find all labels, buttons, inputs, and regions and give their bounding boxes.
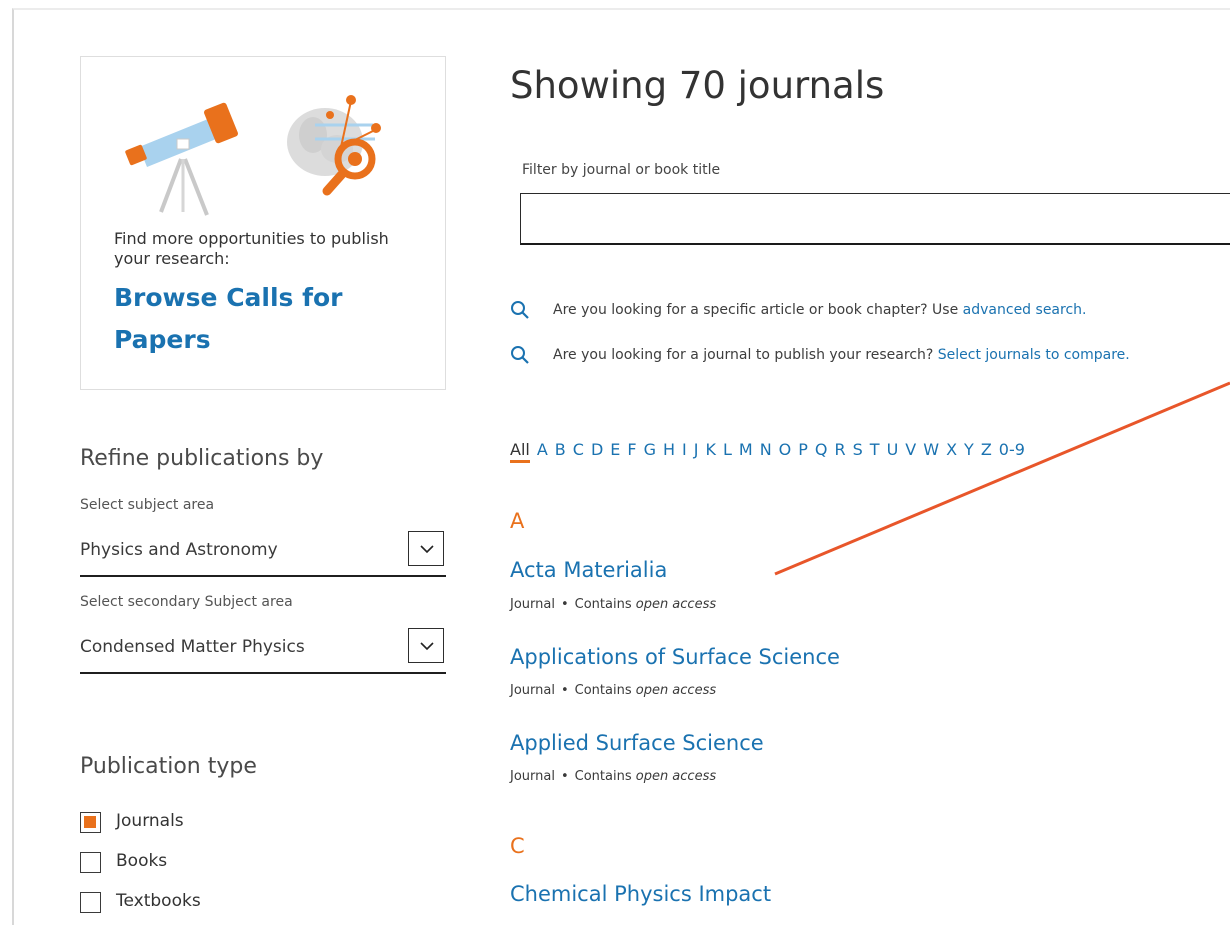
hint-text: Are you looking for a journal to publish… [553,347,1130,363]
checkbox[interactable] [80,812,101,833]
journal-meta: Journal • Contains open access [510,683,716,698]
subject-area-value: Physics and Astronomy [80,540,278,560]
checkbox[interactable] [80,892,101,913]
alphabet-letter-m[interactable]: M [739,440,753,459]
journal-title-link[interactable]: Chemical Physics Impact [510,882,771,906]
checkbox-label: Books [116,851,168,871]
journal-type: Journal [510,769,555,784]
journal-type: Journal [510,597,555,612]
alphabet-letter-y[interactable]: Y [964,440,974,459]
promo-text: Find more opportunities to publish your … [114,229,389,268]
hint-link[interactable]: Select journals to compare. [938,347,1130,363]
subject-area-label: Select subject area [80,497,215,513]
journal-title-link[interactable]: Acta Materialia [510,558,667,582]
brain-magnifier-icon [287,95,381,196]
alphabet-letter-i[interactable]: I [682,440,687,459]
telescope-icon [125,102,238,216]
search-icon [511,301,529,319]
page-title: Showing 70 journals [510,64,885,107]
alphabet-letter-p[interactable]: P [798,440,808,459]
separator-dot: • [560,769,569,784]
subject-area-select[interactable]: Physics and Astronomy [80,531,446,577]
separator-dot: • [560,683,569,698]
refine-heading: Refine publications by [80,446,324,471]
alphabet-letter-s[interactable]: S [853,440,863,459]
search-icon [511,346,529,364]
open-access-label: open access [635,597,717,612]
alphabet-letter-f[interactable]: F [627,440,636,459]
group-letter: C [510,834,525,858]
alphabet-letter-h[interactable]: H [663,440,675,459]
alphabet-letter-v[interactable]: V [905,440,916,459]
alphabet-letter-z[interactable]: Z [981,440,992,459]
alphabet-letter-q[interactable]: Q [815,440,828,459]
journal-type: Journal [510,683,555,698]
chevron-down-icon [420,545,434,554]
hint-link[interactable]: advanced search. [963,302,1087,318]
hint-prefix: Are you looking for a specific article o… [553,302,963,318]
hint-prefix: Are you looking for a journal to publish… [553,347,938,363]
calls-for-papers-card: Find more opportunities to publish your … [80,56,446,390]
alphabet-letter-t[interactable]: T [870,440,880,459]
group-letter: A [510,509,525,533]
alphabet-letter-n[interactable]: N [760,440,772,459]
subject-area-dropdown-button[interactable] [408,531,444,566]
alphabet-letter-w[interactable]: W [923,440,939,459]
alphabet-letter-c[interactable]: C [573,440,584,459]
alphabet-letter-u[interactable]: U [887,440,899,459]
checkbox[interactable] [80,852,101,873]
alphabet-letter-0-9[interactable]: 0-9 [999,440,1025,459]
secondary-subject-dropdown-button[interactable] [408,628,444,663]
access-prefix: Contains [574,769,636,784]
alphabet-letter-x[interactable]: X [946,440,957,459]
alphabet-letter-all[interactable]: All [510,440,530,463]
open-access-label: open access [635,683,717,698]
access-prefix: Contains [574,597,636,612]
alphabet-letter-d[interactable]: D [591,440,603,459]
alphabet-filter: All A B C D E F G H I J K L M N O P Q R S T U V W X Y Z 0-9 [510,440,1032,464]
secondary-subject-select[interactable]: Condensed Matter Physics [80,628,446,674]
journal-meta: Journal • Contains open access [510,597,716,612]
access-prefix: Contains [574,683,636,698]
filter-input[interactable] [520,193,1230,245]
filter-label: Filter by journal or book title [522,162,721,178]
alphabet-letter-b[interactable]: B [555,440,566,459]
separator-dot: • [560,597,569,612]
hint-text: Are you looking for a specific article o… [553,302,1086,318]
publication-type-heading: Publication type [80,754,257,779]
browse-calls-for-papers-link[interactable]: Browse Calls for Papers [114,277,414,361]
checkbox-label: Journals [116,811,184,831]
alphabet-letter-g[interactable]: G [644,440,656,459]
journal-title-link[interactable]: Applications of Surface Science [510,645,840,669]
alphabet-letter-o[interactable]: O [779,440,792,459]
secondary-subject-value: Condensed Matter Physics [80,637,305,657]
telescope-research-illustration [125,95,381,216]
alphabet-letter-j[interactable]: J [694,440,699,459]
alphabet-letter-a[interactable]: A [537,440,548,459]
chevron-down-icon [420,642,434,651]
alphabet-letter-e[interactable]: E [610,440,620,459]
journal-title-link[interactable]: Applied Surface Science [510,731,764,755]
checkbox-label: Textbooks [116,891,201,911]
journal-meta: Journal • Contains open access [510,769,716,784]
alphabet-letter-l[interactable]: L [723,440,732,459]
secondary-subject-label: Select secondary Subject area [80,594,293,610]
alphabet-letter-r[interactable]: R [835,440,846,459]
alphabet-letter-k[interactable]: K [705,440,716,459]
open-access-label: open access [635,769,717,784]
